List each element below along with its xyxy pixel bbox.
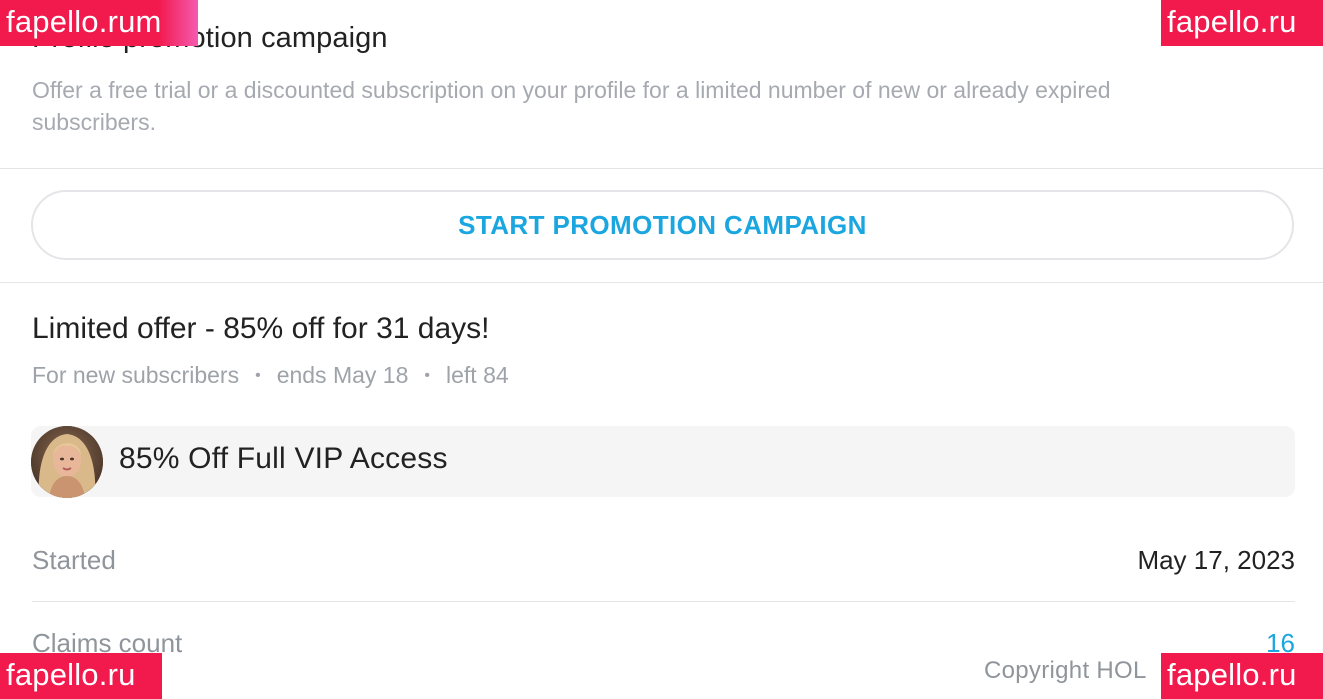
meta-separator: • [424, 366, 430, 384]
meta-separator: • [255, 366, 261, 384]
offer-end-date: ends May 18 [276, 362, 409, 388]
page-description: Offer a free trial or a discounted subsc… [32, 77, 1111, 135]
watermark-badge: fapello.ru [1161, 653, 1323, 699]
promotion-header: Profile promotion campaign Offer a free … [0, 0, 1323, 169]
start-promotion-campaign-button[interactable]: START PROMOTION CAMPAIGN [31, 190, 1294, 260]
offer-meta: For new subscribers • ends May 18 • left… [32, 362, 509, 389]
started-row: Started May 17, 2023 [32, 521, 1295, 602]
offer-title: Limited offer - 85% off for 31 days! [32, 312, 490, 345]
offer-card[interactable]: 85% Off Full VIP Access [31, 426, 1295, 498]
watermark-badge: fapello.rum [0, 0, 198, 46]
offer-audience: For new subscribers [32, 362, 240, 388]
offer-remaining: left 84 [446, 362, 509, 388]
watermark-badge: fapello.ru [0, 653, 162, 699]
start-campaign-row: START PROMOTION CAMPAIGN [0, 169, 1323, 283]
copyright-text: Copyright HOL [984, 657, 1147, 684]
watermark-badge: fapello.ru [1161, 0, 1323, 46]
user-avatar[interactable] [31, 426, 103, 498]
avatar-photo-icon [31, 426, 103, 498]
started-label: Started [32, 545, 116, 575]
offer-card-label: 85% Off Full VIP Access [119, 442, 448, 475]
started-value: May 17, 2023 [1137, 545, 1295, 575]
